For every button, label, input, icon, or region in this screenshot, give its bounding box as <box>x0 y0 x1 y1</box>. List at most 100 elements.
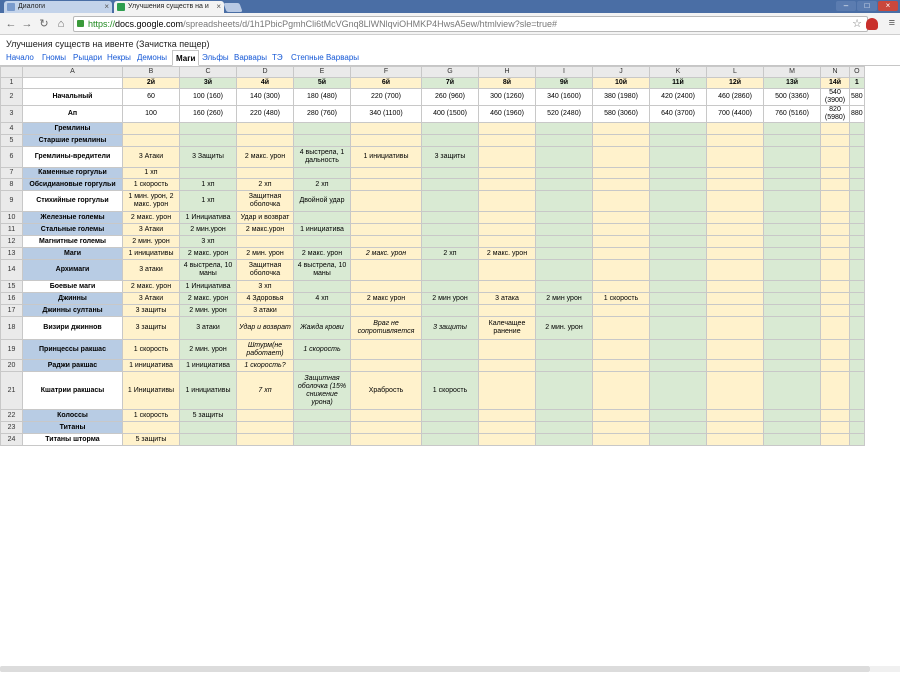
upgrade-cell[interactable] <box>820 223 850 236</box>
upgrade-cell[interactable] <box>122 122 180 135</box>
upgrade-cell[interactable] <box>236 433 294 446</box>
sheet-tab[interactable]: Демоны <box>137 50 167 66</box>
upgrade-cell[interactable] <box>478 178 536 191</box>
column-letter[interactable]: D <box>236 66 294 78</box>
upgrade-cell[interactable] <box>706 223 764 236</box>
back-arrow-icon[interactable]: ← <box>4 17 18 31</box>
upgrade-cell[interactable] <box>592 167 650 179</box>
upgrade-cell[interactable]: 1 скорость <box>122 178 180 191</box>
level-header-cell[interactable]: 7й <box>421 77 479 89</box>
upgrade-cell[interactable] <box>763 146 821 168</box>
upgrade-cell[interactable] <box>421 409 479 422</box>
upgrade-cell[interactable]: Храбрость <box>350 371 422 410</box>
column-letter[interactable]: A <box>22 66 123 78</box>
column-letter[interactable]: K <box>649 66 707 78</box>
upgrade-cell[interactable]: 2 макс. урон <box>122 211 180 224</box>
new-tab-button[interactable] <box>223 3 243 12</box>
upgrade-cell[interactable]: 640 (3700) <box>649 105 707 123</box>
upgrade-cell[interactable] <box>706 134 764 147</box>
row-number[interactable]: 7 <box>0 167 23 179</box>
upgrade-cell[interactable] <box>706 339 764 360</box>
upgrade-cell[interactable] <box>478 223 536 236</box>
upgrade-cell[interactable]: 60 <box>122 88 180 106</box>
upgrade-cell[interactable] <box>849 433 865 446</box>
upgrade-cell[interactable] <box>350 339 422 360</box>
upgrade-cell[interactable] <box>649 247 707 260</box>
upgrade-cell[interactable]: 1 Инициативы <box>122 371 180 410</box>
upgrade-cell[interactable] <box>293 211 351 224</box>
upgrade-cell[interactable] <box>478 146 536 168</box>
upgrade-cell[interactable] <box>849 280 865 293</box>
upgrade-cell[interactable] <box>421 223 479 236</box>
upgrade-cell[interactable] <box>649 316 707 340</box>
upgrade-cell[interactable] <box>763 316 821 340</box>
upgrade-cell[interactable] <box>763 292 821 305</box>
creature-name-cell[interactable] <box>22 77 123 89</box>
column-letter[interactable]: F <box>350 66 422 78</box>
upgrade-cell[interactable] <box>293 409 351 422</box>
row-number[interactable]: 4 <box>0 122 23 135</box>
upgrade-cell[interactable] <box>535 433 593 446</box>
upgrade-cell[interactable] <box>706 211 764 224</box>
upgrade-cell[interactable] <box>421 134 479 147</box>
creature-name-cell[interactable]: Гремлины-вредители <box>22 146 123 168</box>
upgrade-cell[interactable] <box>592 223 650 236</box>
maximize-icon[interactable]: □ <box>857 1 877 11</box>
upgrade-cell[interactable] <box>350 223 422 236</box>
upgrade-cell[interactable] <box>535 339 593 360</box>
upgrade-cell[interactable] <box>478 134 536 147</box>
upgrade-cell[interactable]: 2 хп <box>236 178 294 191</box>
upgrade-cell[interactable]: 140 (300) <box>236 88 294 106</box>
upgrade-cell[interactable] <box>706 409 764 422</box>
upgrade-cell[interactable] <box>592 235 650 248</box>
level-header-cell[interactable]: 14й <box>820 77 850 89</box>
sheet-tab[interactable]: Гномы <box>42 50 66 66</box>
upgrade-cell[interactable] <box>820 259 850 281</box>
upgrade-cell[interactable] <box>763 304 821 317</box>
upgrade-cell[interactable]: 3 защиты <box>122 304 180 317</box>
creature-name-cell[interactable]: Колоссы <box>22 409 123 422</box>
upgrade-cell[interactable] <box>849 178 865 191</box>
upgrade-cell[interactable] <box>535 421 593 434</box>
upgrade-cell[interactable]: 880 <box>849 105 865 123</box>
creature-name-cell[interactable]: Титаны шторма <box>22 433 123 446</box>
upgrade-cell[interactable] <box>478 433 536 446</box>
upgrade-cell[interactable]: 3 защиты <box>421 316 479 340</box>
upgrade-cell[interactable]: Жажда крови <box>293 316 351 340</box>
upgrade-cell[interactable] <box>820 316 850 340</box>
upgrade-cell[interactable] <box>592 359 650 372</box>
upgrade-cell[interactable] <box>122 134 180 147</box>
upgrade-cell[interactable] <box>649 190 707 212</box>
row-number[interactable]: 2 <box>0 88 23 106</box>
creature-name-cell[interactable]: Архимаги <box>22 259 123 281</box>
upgrade-cell[interactable] <box>421 122 479 135</box>
row-number[interactable]: 10 <box>0 211 23 224</box>
upgrade-cell[interactable]: 2 мин. урон <box>535 316 593 340</box>
upgrade-cell[interactable] <box>849 259 865 281</box>
upgrade-cell[interactable] <box>592 122 650 135</box>
upgrade-cell[interactable]: 580 (3060) <box>592 105 650 123</box>
upgrade-cell[interactable] <box>592 190 650 212</box>
upgrade-cell[interactable]: 1 хп <box>179 190 237 212</box>
upgrade-cell[interactable] <box>649 359 707 372</box>
row-number[interactable]: 5 <box>0 134 23 147</box>
upgrade-cell[interactable] <box>649 211 707 224</box>
upgrade-cell[interactable]: 1 скорость <box>122 339 180 360</box>
level-header-cell[interactable]: 3й <box>179 77 237 89</box>
upgrade-cell[interactable] <box>350 421 422 434</box>
upgrade-cell[interactable]: 2 мин урон <box>535 292 593 305</box>
upgrade-cell[interactable] <box>421 433 479 446</box>
upgrade-cell[interactable] <box>763 134 821 147</box>
sheet-tab[interactable]: Варвары <box>234 50 267 66</box>
upgrade-cell[interactable] <box>478 359 536 372</box>
upgrade-cell[interactable] <box>592 433 650 446</box>
upgrade-cell[interactable]: 4 хп <box>293 292 351 305</box>
row-number[interactable]: 9 <box>0 190 23 212</box>
upgrade-cell[interactable] <box>849 409 865 422</box>
upgrade-cell[interactable] <box>820 211 850 224</box>
upgrade-cell[interactable]: 4 выстрела, 10 маны <box>293 259 351 281</box>
minimize-icon[interactable]: – <box>836 1 856 11</box>
upgrade-cell[interactable] <box>763 371 821 410</box>
upgrade-cell[interactable]: 2 мин. урон <box>236 247 294 260</box>
upgrade-cell[interactable]: 2 макс. урон <box>293 247 351 260</box>
